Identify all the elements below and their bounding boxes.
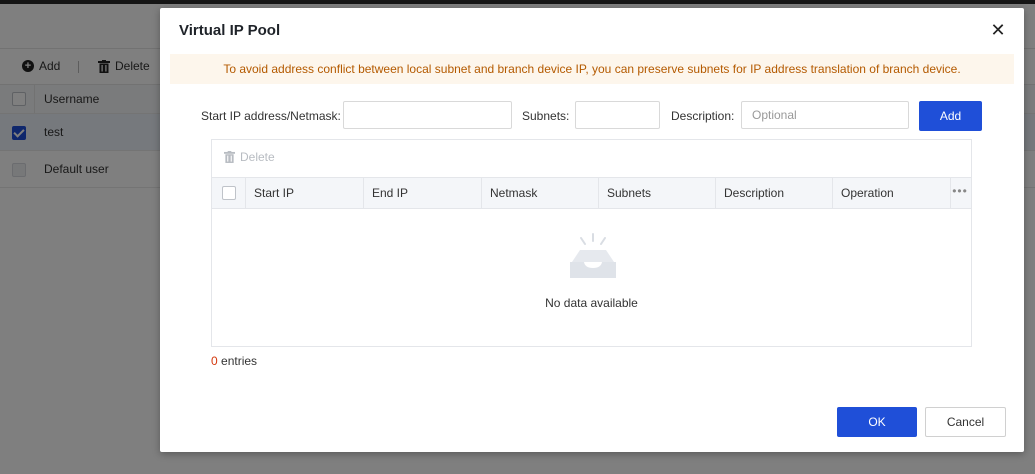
description-label: Description: xyxy=(671,109,735,123)
cancel-button[interactable]: Cancel xyxy=(925,407,1006,437)
subnets-input[interactable] xyxy=(575,101,660,129)
dialog-title: Virtual IP Pool xyxy=(179,22,281,39)
add-subnet-form: Start IP address/Netmask: Subnets: Descr… xyxy=(160,101,1024,131)
select-all-checkbox[interactable] xyxy=(222,186,236,200)
column-subnets[interactable]: Subnets xyxy=(599,178,716,208)
entries-count: 0 entries xyxy=(211,354,257,368)
subnet-grid: Delete Start IP End IP Netmask Subnets D… xyxy=(211,139,972,347)
empty-state-text: No data available xyxy=(545,296,638,310)
close-icon[interactable]: ✕ xyxy=(990,20,1006,40)
trash-icon xyxy=(224,151,235,163)
start-ip-input[interactable] xyxy=(343,101,512,129)
entries-number: 0 xyxy=(211,354,218,368)
description-input[interactable] xyxy=(741,101,909,129)
ok-button[interactable]: OK xyxy=(837,407,917,437)
grid-delete-button[interactable]: Delete xyxy=(224,150,275,164)
column-operation[interactable]: Operation xyxy=(833,178,951,208)
grid-delete-label: Delete xyxy=(240,150,275,164)
column-start-ip[interactable]: Start IP xyxy=(246,178,364,208)
notice-banner: To avoid address conflict between local … xyxy=(170,54,1014,84)
virtual-ip-pool-dialog: Virtual IP Pool ✕ To avoid address confl… xyxy=(160,8,1024,452)
column-netmask[interactable]: Netmask xyxy=(482,178,599,208)
grid-header: Start IP End IP Netmask Subnets Descript… xyxy=(212,177,971,209)
subnets-label: Subnets: xyxy=(522,109,570,123)
column-end-ip[interactable]: End IP xyxy=(364,178,482,208)
add-button[interactable]: Add xyxy=(919,101,982,131)
entries-label: entries xyxy=(217,354,258,368)
start-ip-label: Start IP address/Netmask: xyxy=(201,109,341,123)
column-description[interactable]: Description xyxy=(716,178,833,208)
ellipsis-icon[interactable]: ••• xyxy=(949,178,971,208)
header-checkbox-cell xyxy=(212,178,246,208)
empty-inbox-icon xyxy=(570,233,616,278)
